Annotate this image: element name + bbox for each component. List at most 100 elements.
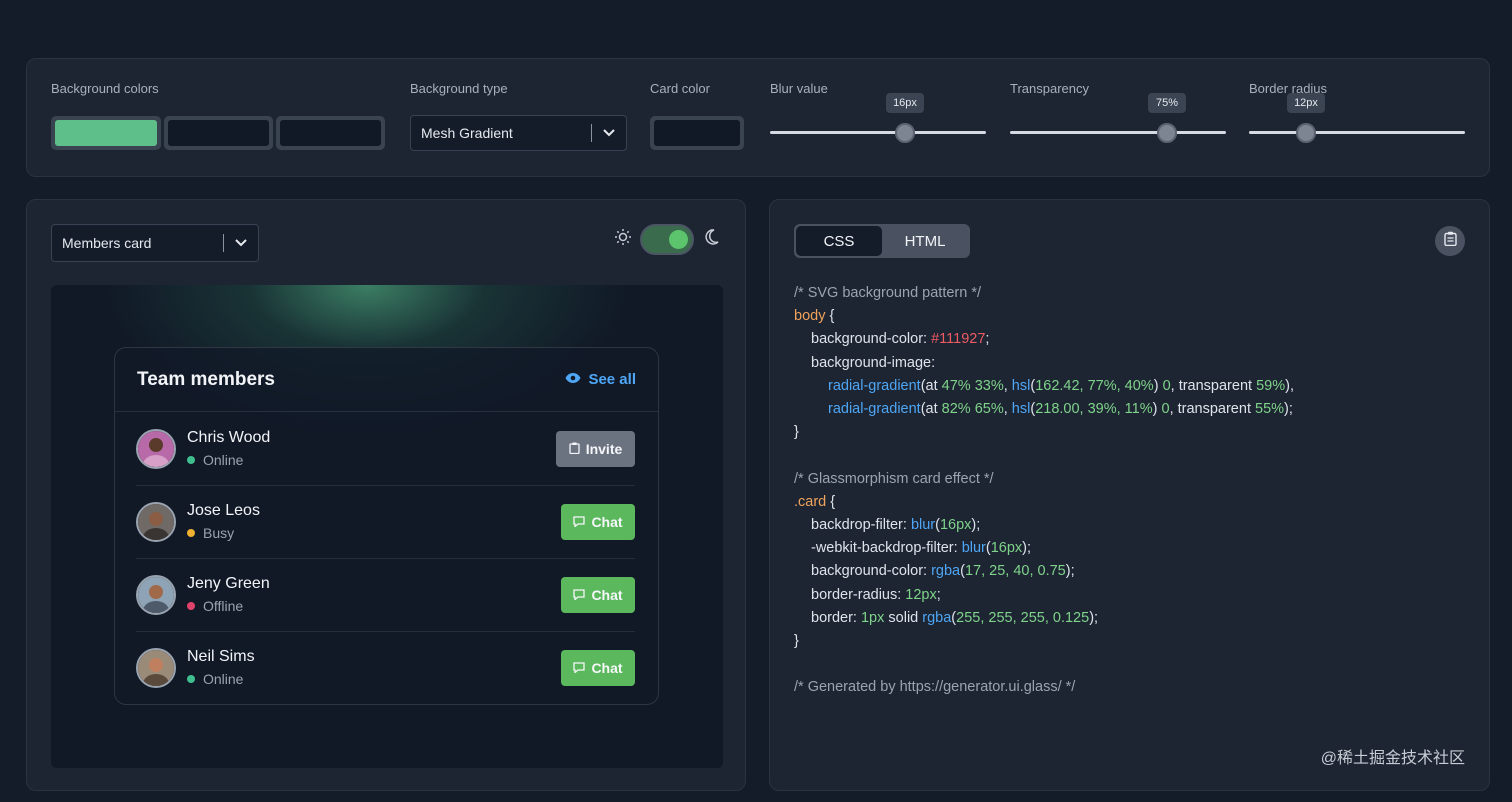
- blur-slider-track[interactable]: [770, 131, 986, 134]
- chat-label: Chat: [591, 586, 623, 603]
- member-name: Neil Sims: [187, 648, 255, 665]
- avatar: [136, 574, 176, 615]
- code-property: -webkit-backdrop-filter:: [811, 540, 962, 557]
- toggle-knob: [669, 230, 688, 249]
- chat-button[interactable]: Chat: [561, 576, 635, 613]
- chevron-down-icon: [224, 239, 258, 247]
- code-text: }: [794, 633, 799, 650]
- clipboard-icon: [569, 441, 580, 457]
- code-value: 55%: [1255, 401, 1285, 418]
- watermark: @稀土掘金技术社区: [1320, 750, 1465, 767]
- card-color-label: Card color: [650, 81, 710, 96]
- member-status: Busy: [187, 525, 561, 541]
- background-type-select[interactable]: Mesh Gradient: [410, 115, 627, 151]
- code-text: ): [1153, 377, 1163, 394]
- member-info: Jeny Green Offline: [187, 575, 561, 614]
- transparency-slider-track[interactable]: [1010, 131, 1226, 134]
- code-comment: /* Glassmorphism card effect */: [794, 470, 994, 487]
- code-value: 255, 255, 255, 0.125: [956, 609, 1090, 626]
- chat-bubble-icon: [573, 587, 586, 603]
- code-function: radial-gradient: [828, 401, 921, 418]
- background-color-swatch-1[interactable]: [51, 116, 161, 150]
- member-row: Jeny Green Offline Chat: [136, 558, 635, 631]
- code-value: 218.00, 39%, 11%: [1035, 401, 1153, 418]
- code-function: radial-gradient: [828, 377, 921, 394]
- member-name: Jeny Green: [187, 575, 270, 592]
- member-status: Online: [187, 452, 556, 468]
- member-name: Chris Wood: [187, 429, 271, 446]
- tab-html[interactable]: HTML: [882, 226, 968, 256]
- code-property: backdrop-filter:: [811, 517, 911, 534]
- border-radius-slider-track[interactable]: [1249, 131, 1465, 134]
- code-property: background-image:: [811, 354, 936, 371]
- see-all-link[interactable]: See all: [565, 371, 636, 388]
- template-select[interactable]: Members card: [51, 224, 259, 262]
- chat-label: Chat: [591, 659, 623, 676]
- chat-button[interactable]: Chat: [561, 503, 635, 540]
- code-value: 0: [1161, 401, 1170, 418]
- code-value: 162.42, 77%, 40%: [1035, 377, 1154, 394]
- member-info: Jose Leos Busy: [187, 502, 561, 541]
- chat-bubble-icon: [573, 660, 586, 676]
- background-type-value: Mesh Gradient: [421, 125, 513, 141]
- code-property: background-color:: [811, 563, 932, 580]
- member-status: Offline: [187, 598, 561, 614]
- transparency-label: Transparency: [1010, 81, 1089, 96]
- code-property: border-radius:: [811, 586, 906, 603]
- card-title: Team members: [137, 368, 275, 390]
- theme-toggle-group: [614, 224, 720, 255]
- member-status-label: Online: [203, 671, 244, 687]
- code-function: hsl: [1011, 401, 1031, 418]
- avatar: [136, 647, 176, 688]
- border-radius-slider-thumb[interactable]: [1296, 123, 1316, 143]
- status-dot: [187, 602, 195, 610]
- code-value: 17, 25, 40, 0.75: [964, 563, 1066, 580]
- background-color-swatch-3[interactable]: [276, 116, 385, 150]
- status-dot: [187, 675, 195, 683]
- chevron-down-icon: [592, 129, 626, 137]
- card-color-swatch[interactable]: [650, 116, 744, 150]
- preview-canvas: Team members See all Chris Wood Online I…: [51, 285, 723, 768]
- moon-icon: [702, 228, 720, 251]
- code-text: ,: [1003, 377, 1012, 394]
- transparency-slider-thumb[interactable]: [1157, 123, 1177, 143]
- background-color-swatch-2[interactable]: [164, 116, 273, 150]
- code-comment: /* Generated by https://generator.ui.gla…: [794, 679, 1076, 696]
- chat-bubble-icon: [573, 514, 586, 530]
- code-selector: body: [794, 308, 826, 325]
- member-info: Neil Sims Online: [187, 648, 561, 687]
- member-status: Online: [187, 671, 561, 687]
- code-function: blur: [910, 517, 936, 534]
- code-text: ,: [1003, 401, 1012, 418]
- code-text: {: [826, 493, 836, 510]
- code-value: 59%: [1256, 377, 1286, 394]
- blur-slider-thumb[interactable]: [895, 123, 915, 143]
- member-status-label: Offline: [203, 598, 244, 614]
- tab-css[interactable]: CSS: [796, 226, 882, 256]
- code-property: border:: [811, 609, 861, 626]
- avatar: [136, 428, 176, 469]
- code-value: 0: [1162, 377, 1171, 394]
- invite-button[interactable]: Invite: [556, 430, 635, 467]
- dark-mode-toggle[interactable]: [640, 224, 694, 255]
- chat-label: Chat: [591, 513, 623, 530]
- eye-icon: [565, 371, 581, 388]
- code-text: );: [1284, 401, 1293, 418]
- blur-value-label: Blur value: [770, 81, 828, 96]
- member-status-label: Busy: [203, 525, 235, 541]
- preview-panel: Members card Team members See all Chris …: [26, 199, 746, 791]
- see-all-label: See all: [588, 371, 636, 388]
- code-text: (at: [920, 401, 942, 418]
- code-selector: .card: [794, 493, 827, 510]
- code-function: hsl: [1011, 377, 1031, 394]
- controls-panel: Background colors Background type Mesh G…: [26, 58, 1490, 177]
- copy-button[interactable]: [1435, 226, 1465, 256]
- code-text: (at: [920, 377, 942, 394]
- code-property: background-color:: [811, 331, 932, 348]
- member-status-label: Online: [203, 452, 244, 468]
- code-text: }: [794, 424, 799, 441]
- chat-button[interactable]: Chat: [561, 649, 635, 686]
- member-row: Neil Sims Online Chat: [136, 631, 635, 704]
- code-function: rgba: [922, 609, 952, 626]
- member-row: Jose Leos Busy Chat: [136, 485, 635, 558]
